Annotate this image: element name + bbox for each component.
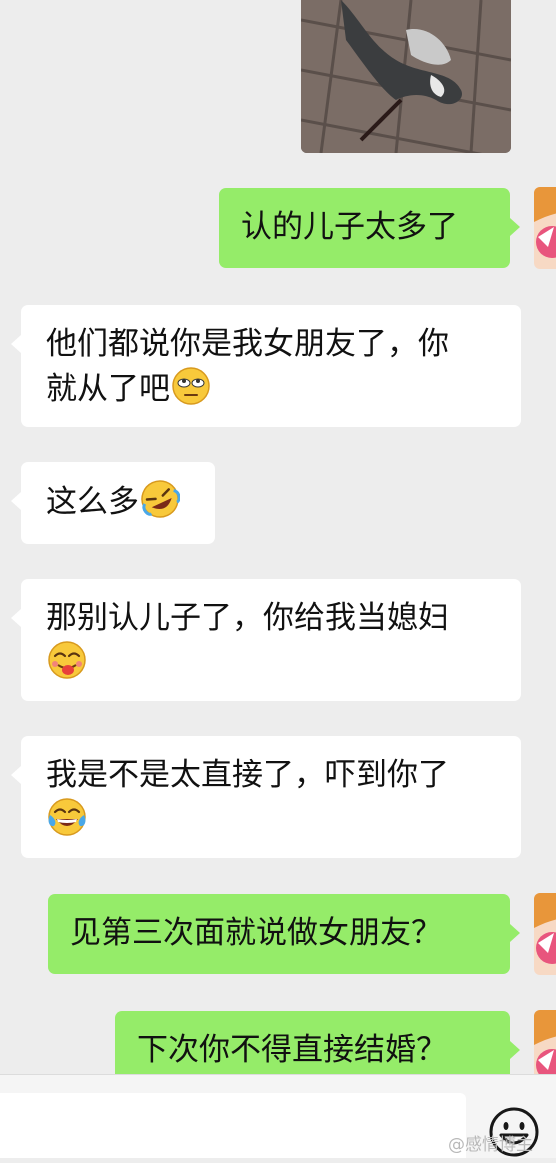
- incoming-message[interactable]: 我是不是太直接了，吓到你了: [11, 736, 521, 858]
- incoming-message[interactable]: 那别认儿子了，你给我当媳妇: [11, 579, 521, 701]
- avatar[interactable]: [534, 187, 556, 269]
- outgoing-message[interactable]: 见第三次面就说做女朋友？: [48, 894, 520, 974]
- message-text: 那别认儿子了，你给我当媳妇: [46, 600, 449, 636]
- photo-message-dog[interactable]: [301, 0, 511, 153]
- message-text: 认的儿子太多了: [241, 209, 458, 245]
- message-text: 见第三次面就说做女朋友？: [70, 915, 442, 951]
- incoming-message[interactable]: 他们都说你是我女朋友了，你 就从了吧: [11, 305, 521, 427]
- message-text: 这么多: [46, 484, 139, 520]
- rofl-emoji: [140, 479, 180, 519]
- outgoing-message[interactable]: 认的儿子太多了: [219, 188, 520, 268]
- avatar[interactable]: [534, 893, 556, 975]
- message-input[interactable]: [0, 1093, 466, 1158]
- message-text: 我是不是太直接了，吓到你了: [46, 757, 449, 793]
- watermark: @感情博主: [448, 1135, 533, 1155]
- tears-of-joy-emoji: [47, 797, 87, 837]
- message-text: 就从了吧: [46, 371, 170, 407]
- incoming-message[interactable]: 这么多: [11, 462, 215, 544]
- rolling-eyes-emoji: [171, 366, 211, 406]
- message-text: 他们都说你是我女朋友了，你: [46, 326, 449, 362]
- message-text: 下次你不得直接结婚？: [137, 1032, 447, 1068]
- yum-emoji: [47, 640, 87, 680]
